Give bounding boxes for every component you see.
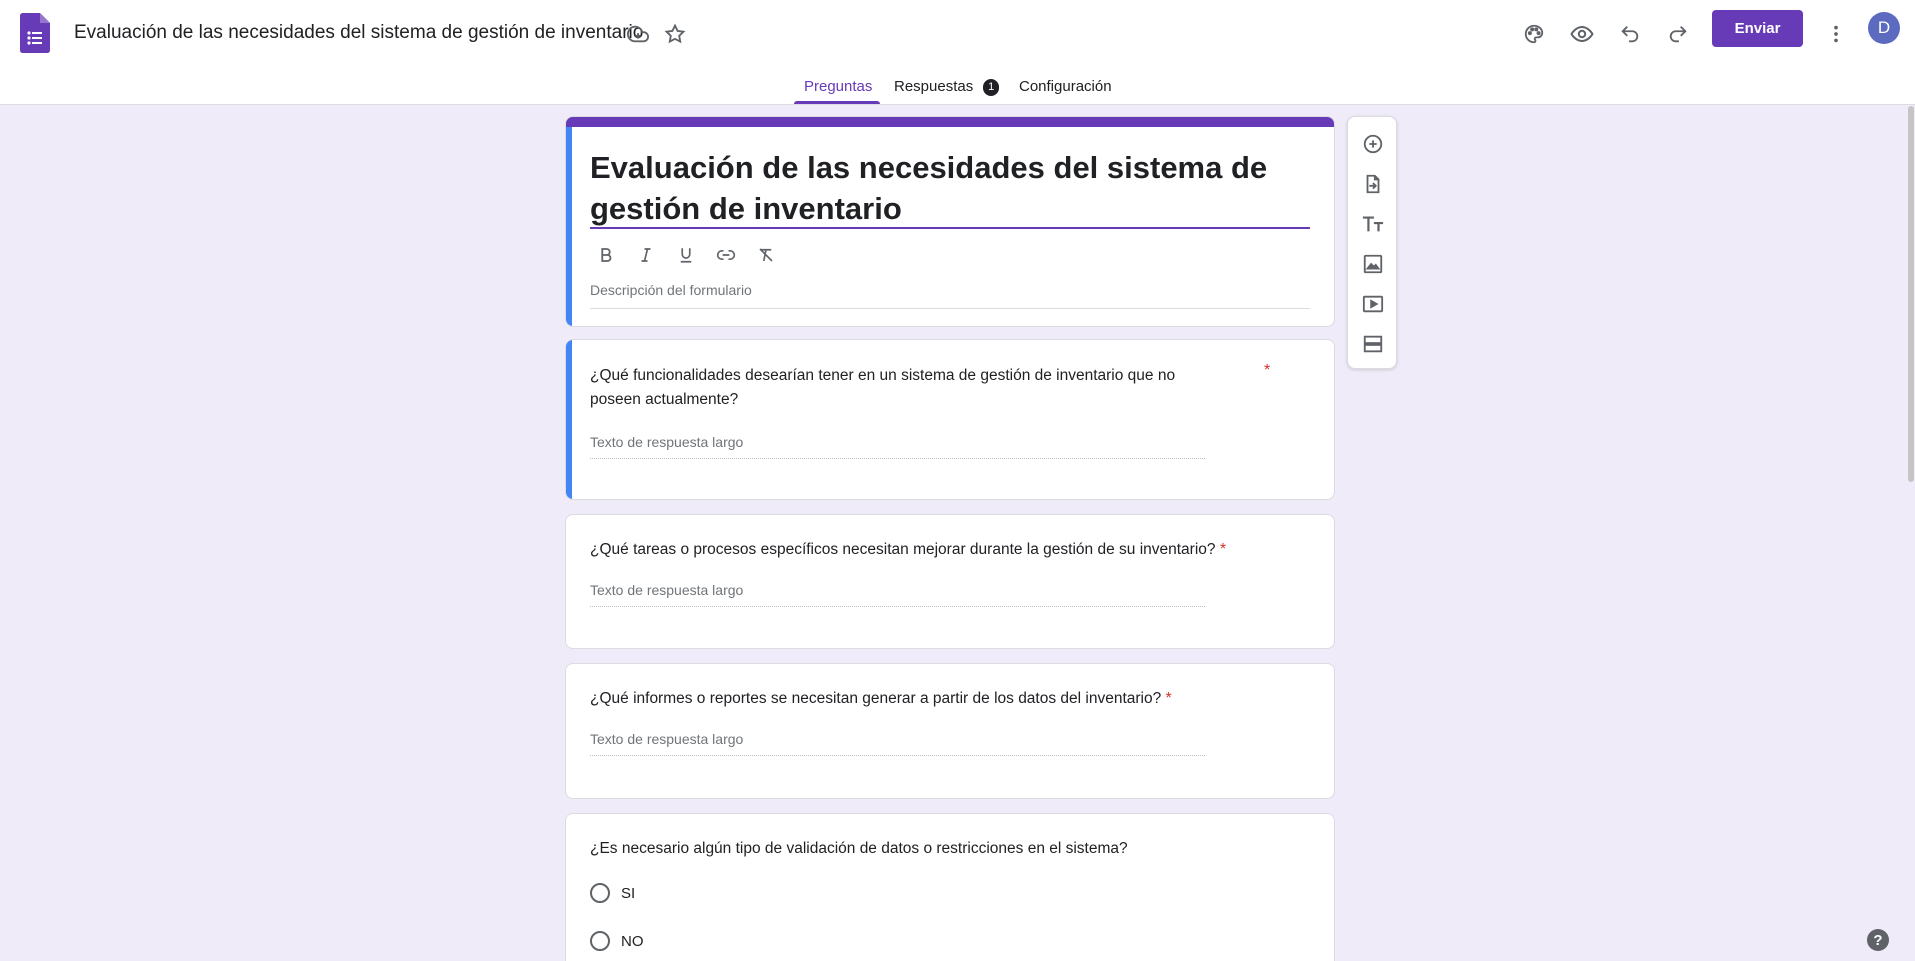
question-card[interactable]: ¿Qué tareas o procesos específicos neces…: [565, 514, 1335, 649]
add-video-icon[interactable]: [1353, 284, 1393, 324]
radio-button[interactable]: [590, 883, 610, 903]
long-answer-placeholder: Texto de respuesta largo: [590, 434, 1205, 459]
required-asterisk: *: [1219, 541, 1227, 558]
card-accent-bar: [566, 117, 1334, 127]
floating-toolbar: [1347, 116, 1397, 369]
form-title-input[interactable]: Evaluación de las necesidades del sistem…: [590, 147, 1310, 229]
title-input-underline: [590, 227, 1310, 229]
tab-responses-label: Respuestas: [894, 78, 974, 95]
formatting-toolbar: [590, 239, 782, 271]
add-section-icon[interactable]: [1353, 324, 1393, 364]
required-asterisk: *: [1264, 362, 1271, 379]
question-card[interactable]: ¿Qué informes o reportes se necesitan ge…: [565, 663, 1335, 799]
tab-questions[interactable]: Preguntas: [804, 78, 872, 95]
document-title[interactable]: Evaluación de las necesidades del sistem…: [74, 22, 643, 44]
tab-settings[interactable]: Configuración: [1019, 78, 1112, 95]
link-icon[interactable]: [710, 239, 742, 271]
undo-icon[interactable]: [1610, 14, 1650, 54]
help-button[interactable]: ?: [1867, 929, 1889, 951]
send-button[interactable]: Enviar: [1712, 10, 1803, 47]
avatar[interactable]: D: [1868, 12, 1900, 44]
tab-bar: Preguntas Respuestas 1 Configuración: [0, 70, 1915, 104]
question-title: ¿Qué funcionalidades desearían tener en …: [590, 367, 1176, 408]
option-label: NO: [621, 932, 644, 950]
radio-button[interactable]: [590, 931, 610, 951]
tab-responses[interactable]: Respuestas 1: [894, 78, 1000, 96]
responses-count-badge: 1: [983, 79, 1000, 96]
required-asterisk: *: [1165, 690, 1172, 707]
scrollbar[interactable]: [1908, 106, 1914, 482]
question-card[interactable]: ¿Es necesario algún tipo de validación d…: [565, 813, 1335, 961]
underline-icon[interactable]: [670, 239, 702, 271]
question-card[interactable]: ¿Qué funcionalidades desearían tener en …: [565, 339, 1335, 500]
move-to-folder-icon[interactable]: [624, 20, 652, 48]
bold-icon[interactable]: [590, 239, 622, 271]
import-questions-icon[interactable]: [1353, 164, 1393, 204]
star-icon[interactable]: [661, 20, 689, 48]
form-title-card[interactable]: Evaluación de las necesidades del sistem…: [565, 116, 1335, 327]
active-tab-indicator: [794, 101, 880, 104]
redo-icon[interactable]: [1658, 14, 1698, 54]
add-question-icon[interactable]: [1353, 124, 1393, 164]
italic-icon[interactable]: [630, 239, 662, 271]
add-title-icon[interactable]: [1353, 204, 1393, 244]
question-title: ¿Qué informes o reportes se necesitan ge…: [590, 687, 1310, 711]
preview-eye-icon[interactable]: [1562, 14, 1602, 54]
long-answer-placeholder: Texto de respuesta largo: [590, 582, 1205, 607]
form-description-field[interactable]: Descripción del formulario: [590, 282, 1310, 309]
clear-format-icon[interactable]: [750, 239, 782, 271]
app-header: Evaluación de las necesidades del sistem…: [0, 0, 1915, 105]
radio-option[interactable]: NO: [590, 931, 644, 951]
long-answer-placeholder: Texto de respuesta largo: [590, 731, 1205, 756]
more-vert-icon[interactable]: [1816, 14, 1856, 54]
palette-icon[interactable]: [1514, 14, 1554, 54]
question-title-text: ¿Qué informes o reportes se necesitan ge…: [590, 690, 1162, 707]
question-title: ¿Es necesario algún tipo de validación d…: [590, 840, 1128, 857]
option-label: SI: [621, 884, 636, 902]
question-title-text: ¿Qué tareas o procesos específicos neces…: [590, 541, 1216, 558]
forms-logo-icon[interactable]: [20, 13, 50, 53]
radio-option[interactable]: SI: [590, 883, 635, 903]
question-title: ¿Qué tareas o procesos específicos neces…: [590, 538, 1310, 562]
add-image-icon[interactable]: [1353, 244, 1393, 284]
